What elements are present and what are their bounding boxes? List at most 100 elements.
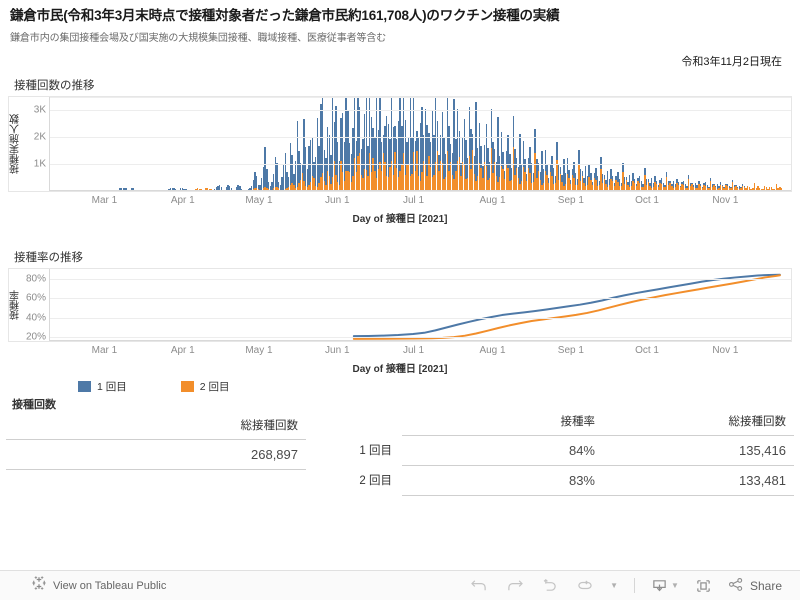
bar-segment-first-dose	[546, 164, 548, 176]
legend-label: 1 回目	[97, 380, 127, 393]
gridline	[50, 137, 791, 139]
x-tick-label: Apr 1	[170, 344, 195, 356]
toolbar-divider	[634, 578, 636, 593]
gridline	[50, 110, 791, 112]
x-tick-label: Nov 1	[712, 194, 739, 206]
tableau-public-link[interactable]: View on Tableau Public	[10, 576, 166, 595]
redo-icon[interactable]	[505, 578, 524, 593]
bar-column[interactable]	[200, 188, 202, 190]
dashboard-header: 鎌倉市民(令和3年3月末時点で接種対象者だった鎌倉市民約161,708人)のワク…	[0, 0, 800, 69]
tableau-logo-icon	[32, 576, 46, 595]
bottom-toolbar: View on Tableau Public ▼ ▼ Share	[0, 570, 800, 600]
rate-x-axis-title: Day of 接種日 [2021]	[352, 363, 448, 375]
doses-y-axis-title: 接種実施人数	[10, 113, 22, 174]
doses-y-axis-ticks: 1K 2K 3K	[23, 97, 49, 191]
bar-segment-second-dose	[210, 189, 212, 190]
doses-chart-title: 接種回数の推移	[14, 79, 95, 92]
rate-y-axis-ticks: 80% 60% 40% 20%	[23, 269, 49, 342]
chevron-down-icon[interactable]: ▼	[610, 581, 618, 590]
bar-column[interactable]	[230, 188, 233, 190]
total-doses-block: 接種回数 総接種回数 268,897	[6, 396, 306, 496]
gridline	[50, 317, 791, 319]
bar-segment-first-dose	[230, 188, 233, 190]
row-label: 2 回目	[359, 475, 392, 488]
y-tick-label: 40%	[25, 312, 46, 324]
revert-icon[interactable]	[540, 578, 559, 593]
legend-item-first-dose[interactable]: 1 回目	[78, 379, 127, 394]
fullscreen-icon[interactable]	[695, 578, 712, 594]
total-doses-title: 接種回数	[12, 398, 56, 411]
bar-segment-second-dose	[200, 188, 202, 190]
bar-column[interactable]	[126, 188, 128, 190]
row-total-value: 133,481	[603, 464, 794, 496]
table-row: 2 回目 83% 133,481	[351, 464, 794, 496]
bar-column[interactable]	[175, 188, 177, 190]
rate-summary-block: 接種率 総接種回数 1 回目 84% 135,416 2 回目 83% 133,481	[351, 396, 794, 496]
gridline	[50, 278, 791, 280]
row-rate-value: 84%	[402, 434, 603, 466]
x-tick-label: Jul 1	[402, 194, 425, 206]
share-button[interactable]: Share	[728, 577, 782, 595]
doses-plot-area[interactable]	[49, 96, 791, 191]
bar-segment-second-dose	[780, 188, 783, 190]
rate-summary-col-rate: 接種率	[560, 415, 596, 428]
bar-segment-first-dose	[512, 116, 514, 147]
bar-segment-first-dose	[240, 188, 243, 190]
x-tick-label: Mar 1	[91, 194, 118, 206]
y-tick-label: 3K	[33, 104, 46, 116]
bar-segment-first-dose	[534, 129, 536, 154]
total-doses-header: 総接種回数	[240, 419, 299, 432]
x-tick-label: May 1	[245, 344, 273, 356]
bar-segment-first-dose	[436, 120, 438, 151]
y-tick-label: 60%	[25, 292, 46, 304]
gridline	[50, 164, 791, 166]
gridline	[50, 336, 791, 338]
legend-swatch-second-dose	[180, 380, 194, 392]
bar-segment-first-dose	[578, 150, 580, 166]
row-label: 1 回目	[359, 445, 392, 458]
rate-y-axis-title: 接種率	[10, 289, 22, 320]
legend-label: 2 回目	[199, 380, 230, 393]
table-header-row: 接種率 総接種回数	[351, 410, 794, 436]
gridline	[50, 96, 791, 98]
bar-segment-first-dose	[502, 152, 504, 169]
bar-segment-first-dose	[220, 187, 222, 190]
bar-segment-first-dose	[493, 149, 496, 162]
download-caret-icon[interactable]: ▼	[671, 581, 679, 590]
bar-column[interactable]	[132, 188, 135, 190]
x-tick-label: Jul 1	[402, 344, 425, 356]
table-row: 1 回目 84% 135,416	[351, 434, 794, 466]
bar-column[interactable]	[240, 188, 243, 190]
table-header-row: 総接種回数	[6, 414, 306, 440]
rate-plot-area[interactable]	[49, 268, 791, 341]
bar-column[interactable]	[780, 188, 783, 190]
x-tick-label: Sep 1	[557, 194, 584, 206]
bar-column[interactable]	[185, 188, 187, 190]
row-rate-value: 83%	[402, 464, 603, 496]
y-tick-label: 80%	[25, 273, 46, 285]
rate-chart-panel: 接種率の推移 接種率 80% 60% 40% 20% Mar 1 Apr 1 May 1 J…	[8, 247, 792, 375]
x-tick-label: Mar 1	[91, 344, 118, 356]
doses-x-axis-title: Day of 接種日 [2021]	[352, 213, 448, 225]
x-tick-label: Jun 1	[325, 194, 350, 206]
toolbar-actions: ▼ ▼ Share	[470, 577, 790, 595]
bar-segment-first-dose	[132, 188, 135, 190]
x-tick-label: Nov 1	[712, 344, 739, 356]
refresh-icon[interactable]	[575, 578, 594, 593]
page-title: 鎌倉市民(令和3年3月末時点で接種対象者だった鎌倉市民約161,708人)のワク…	[10, 8, 560, 23]
x-tick-label: Apr 1	[170, 194, 195, 206]
line-series-first-dose	[354, 275, 780, 336]
doses-x-axis-ticks: Mar 1 Apr 1 May 1 Jun 1 Jul 1 Aug 1 Sep 1 Oct 1…	[8, 192, 792, 208]
chart-legend: 1 回目 2 回目	[0, 375, 800, 394]
download-icon[interactable]: ▼	[651, 578, 679, 594]
legend-item-second-dose[interactable]: 2 回目	[180, 379, 230, 394]
bar-column[interactable]	[220, 187, 222, 190]
share-icon	[728, 577, 744, 595]
undo-icon[interactable]	[470, 578, 489, 593]
x-tick-label: Oct 1	[635, 194, 659, 206]
legend-swatch-first-dose	[78, 380, 91, 392]
y-tick-label: 2K	[33, 131, 46, 143]
bar-column[interactable]	[210, 189, 212, 190]
page-subtitle: 鎌倉市内の集団接種会場及び国実施の大規模集団接種、職域接種、医療従事者等含む	[10, 32, 387, 44]
rate-x-axis-ticks: Mar 1 Apr 1 May 1 Jun 1 Jul 1 Aug 1 Sep 1 Oct 1…	[8, 342, 792, 358]
